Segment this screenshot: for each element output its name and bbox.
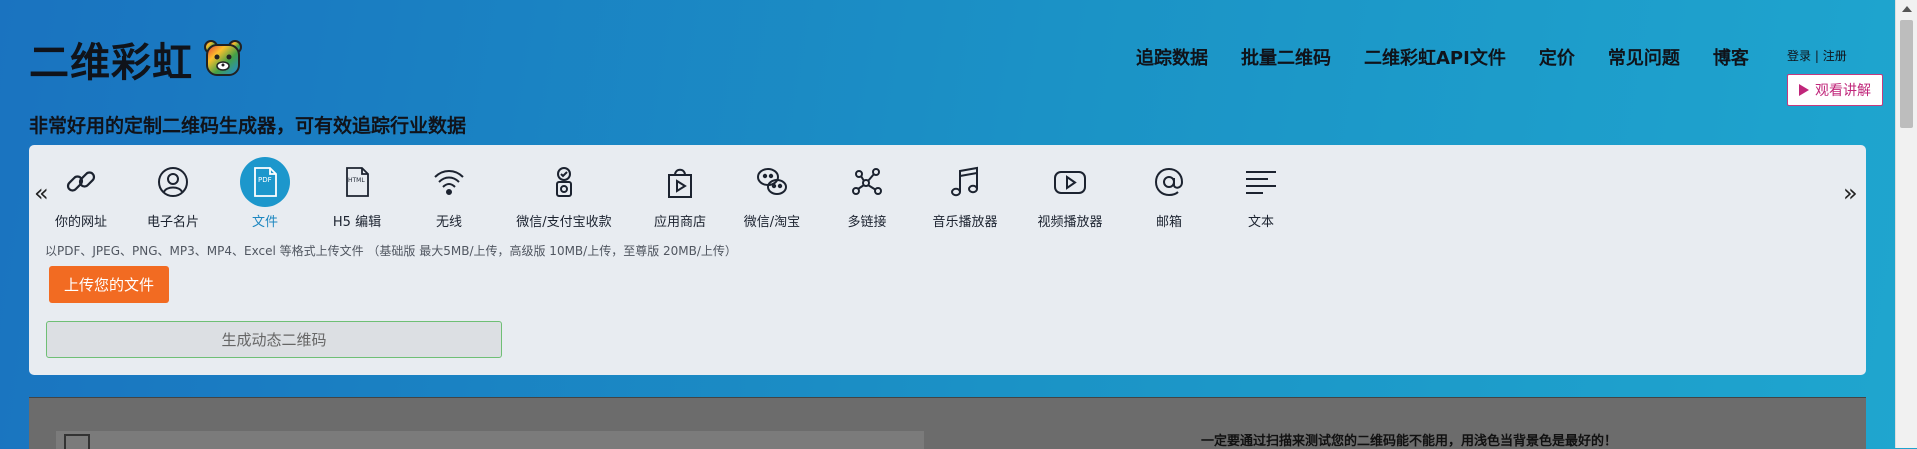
tab-video-player[interactable]: 视频播放器 [1015, 157, 1125, 230]
brand-name: 二维彩虹 [29, 40, 193, 86]
tab-label: 电子名片 [146, 215, 199, 230]
multi-link-icon [842, 157, 892, 207]
nav-batch-qr[interactable]: 批量二维码 [1241, 44, 1331, 70]
tab-multi-link[interactable]: 多链接 [812, 157, 922, 230]
page-scrollbar[interactable] [1895, 0, 1917, 448]
app-store-icon [655, 157, 705, 207]
logo[interactable]: 二维彩虹 [29, 30, 243, 88]
preview-section: 一定要通过扫描来测试您的二维码能不能用，用浅色当背景色是最好的！ [29, 397, 1866, 449]
nav-track-data[interactable]: 追踪数据 [1136, 44, 1208, 70]
tab-label: 音乐播放器 [932, 215, 998, 230]
play-icon [1799, 84, 1809, 96]
qr-type-panel: « » 你的网址 电子名片 PDF 文件 HTML H5 编辑 无线 微信/支付… [29, 145, 1866, 375]
auth-separator: | [1811, 49, 1823, 63]
link-icon [56, 157, 106, 207]
email-icon [1144, 157, 1194, 207]
tab-wifi[interactable]: 无线 [394, 157, 504, 230]
user-icon [148, 157, 198, 207]
tagline: 非常好用的定制二维码生成器，可有效追踪行业数据 [29, 115, 467, 137]
tab-label: 应用商店 [653, 215, 706, 230]
chevron-right-icon[interactable]: » [1843, 179, 1858, 207]
auth-links: 登录 | 注册 [1787, 47, 1847, 64]
nav-pricing[interactable]: 定价 [1539, 44, 1575, 70]
wifi-icon [424, 157, 474, 207]
tab-label: 微信/支付宝收款 [516, 215, 612, 230]
upload-hint: 以PDF、JPEG、PNG、MP3、MP4、Excel 等格式上传文件 （基础版… [45, 244, 737, 258]
tab-label: 邮箱 [1155, 215, 1182, 230]
tab-wechat-taobao[interactable]: 微信/淘宝 [717, 157, 827, 230]
music-icon [940, 157, 990, 207]
generate-dynamic-qr-button[interactable]: 生成动态二维码 [46, 321, 502, 358]
html-icon: HTML [332, 157, 382, 207]
tab-text[interactable]: 文本 [1206, 157, 1316, 230]
tab-label: 微信/淘宝 [743, 215, 801, 230]
scan-test-tip: 一定要通过扫描来测试您的二维码能不能用，用浅色当背景色是最好的！ [1201, 434, 1618, 449]
qr-settings-bar [56, 431, 924, 449]
qr-code-icon [64, 434, 90, 449]
tab-label: 文件 [251, 215, 278, 230]
register-link[interactable]: 注册 [1823, 49, 1847, 63]
scrollbar-thumb[interactable] [1900, 20, 1913, 128]
login-link[interactable]: 登录 [1787, 49, 1811, 63]
tab-music-player[interactable]: 音乐播放器 [910, 157, 1020, 230]
payment-icon [539, 157, 589, 207]
text-icon [1236, 157, 1286, 207]
tab-payment[interactable]: 微信/支付宝收款 [509, 157, 619, 230]
watch-tutorial-button[interactable]: 观看讲解 [1787, 74, 1883, 106]
nav-faq[interactable]: 常见问题 [1608, 44, 1680, 70]
html-icon-text: HTML [348, 177, 365, 184]
nav-blog[interactable]: 博客 [1713, 44, 1749, 70]
tab-label: 视频播放器 [1037, 215, 1103, 230]
pdf-icon-text: PDF [258, 176, 272, 184]
nav-api-docs[interactable]: 二维彩虹API文件 [1364, 44, 1506, 70]
tab-label: 文本 [1247, 215, 1274, 230]
tab-label: 你的网址 [54, 215, 107, 230]
video-icon [1045, 157, 1095, 207]
rainbow-bear-logo-icon [204, 40, 242, 76]
tab-label: H5 编辑 [332, 215, 382, 230]
tab-label: 无线 [435, 215, 462, 230]
wechat-icon [747, 157, 797, 207]
main-nav: 追踪数据 批量二维码 二维彩虹API文件 定价 常见问题 博客 [1136, 44, 1749, 70]
scroll-up-icon[interactable] [1902, 6, 1912, 12]
upload-file-button[interactable]: 上传您的文件 [49, 266, 169, 303]
tab-label: 多链接 [847, 215, 887, 230]
pdf-file-icon: PDF [240, 157, 290, 207]
watch-tutorial-label: 观看讲解 [1815, 83, 1871, 99]
